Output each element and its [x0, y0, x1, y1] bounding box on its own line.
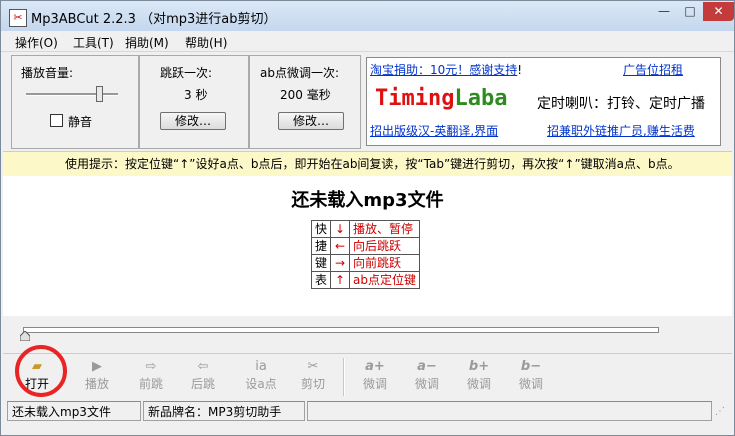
app-window: ✂ Mp3ABCut 2.2.3 （对mp3进行ab剪切） — □ ✕ 操作(O… — [0, 0, 735, 436]
skip-back-button[interactable]: ⇦ 后跳 — [181, 358, 225, 398]
shortcut-desc: ab点定位键 — [349, 271, 420, 289]
menu-tools[interactable]: 工具(T) — [73, 34, 114, 51]
volume-slider-thumb[interactable] — [96, 86, 103, 102]
brand-slogan[interactable]: 定时喇叭：打铃、定时广播 — [537, 93, 721, 113]
status-empty — [307, 401, 712, 421]
highlight-circle — [15, 345, 67, 397]
fine-tune-edit-button[interactable]: 修改… — [278, 112, 344, 130]
shortcut-title-char: 表 — [310, 271, 332, 289]
translation-link[interactable]: 招出版级汉-英翻译,界面 — [370, 122, 498, 139]
set-a-point-button[interactable]: ⅰa 设a点 — [239, 358, 283, 398]
skip-panel: 跳跃一次: 3 秒 修改… — [139, 55, 249, 149]
skip-value: 3 秒 — [184, 88, 208, 102]
a-plus-icon: a+ — [365, 359, 385, 374]
status-load: 还未载入mp3文件 — [7, 401, 141, 421]
play-icon: ▶ — [92, 359, 102, 374]
cut-label: 剪切 — [300, 377, 325, 391]
usage-tip-bar: 使用提示：按定位键“↑”设好a点、b点后，即开始在ab间复读，按“Tab”键进行… — [3, 151, 732, 177]
shortcut-key: → — [330, 254, 351, 272]
brand-logo[interactable]: TimingLaba — [375, 86, 507, 111]
position-slider-thumb[interactable] — [20, 331, 30, 341]
fine-tune-value: 200 毫秒 — [280, 88, 331, 102]
mute-label: 静音 — [68, 115, 93, 129]
skip-edit-button[interactable]: 修改… — [160, 112, 226, 130]
set-a-point-label: 设a点 — [245, 377, 277, 391]
shortcut-title-char: 键 — [310, 254, 332, 272]
scissors-app-icon: ✂ — [9, 9, 27, 27]
b-plus-icon: b+ — [468, 359, 490, 374]
a-plus-button[interactable]: a+ 微调 — [353, 358, 397, 398]
shortcut-key: ↑ — [330, 271, 351, 289]
skip-back-label: 后跳 — [190, 377, 215, 391]
skip-label: 跳跃一次: — [160, 66, 213, 80]
ad-recruit-link[interactable]: 广告位招租 — [623, 61, 683, 78]
donate-suffix: ! — [517, 63, 523, 77]
load-status-title: 还未载入mp3文件 — [291, 190, 444, 211]
status-bar: 还未载入mp3文件 新品牌名：MP3剪切助手 ⋰ — [3, 401, 732, 423]
skip-forward-button[interactable]: ⇨ 前跳 — [129, 358, 173, 398]
shortcut-table: 快 ↓ 播放、暂停 捷 ← 向后跳跃 键 → 向前跳跃 表 ↑ ab点定位键 — [310, 220, 420, 289]
status-brand: 新品牌名：MP3剪切助手 — [143, 401, 305, 421]
shortcut-desc: 播放、暂停 — [349, 220, 420, 238]
scissors-icon: ✂ — [307, 359, 319, 374]
a-plus-label: 微调 — [362, 377, 387, 391]
minimize-button[interactable]: — — [651, 2, 677, 21]
fine-tune-panel: ab点微调一次: 200 毫秒 修改… — [249, 55, 361, 149]
a-minus-button[interactable]: a− 微调 — [405, 358, 449, 398]
usage-tip-text: 使用提示：按定位键“↑”设好a点、b点后，即开始在ab间复读，按“Tab”键进行… — [65, 157, 680, 171]
fine-tune-label: ab点微调一次: — [260, 66, 340, 80]
main-display: 还未载入mp3文件 快 ↓ 播放、暂停 捷 ← 向后跳跃 键 → 向前跳跃 表 … — [3, 176, 732, 316]
volume-panel: 播放音量: 静音 — [11, 55, 139, 149]
b-plus-label: 微调 — [466, 377, 491, 391]
donate-line: 淘宝捐助：10元！感谢支持! — [370, 61, 522, 78]
cut-button[interactable]: ✂ 剪切 — [291, 358, 335, 398]
maximize-button[interactable]: □ — [677, 2, 703, 21]
play-button[interactable]: ▶ 播放 — [75, 358, 119, 398]
shortcut-title-char: 快 — [310, 220, 332, 238]
pin-a-icon: ⅰa — [255, 359, 267, 374]
play-label: 播放 — [84, 377, 109, 391]
close-button[interactable]: ✕ — [703, 2, 734, 21]
b-plus-button[interactable]: b+ 微调 — [457, 358, 501, 398]
mute-checkbox[interactable] — [50, 114, 63, 127]
menu-operate[interactable]: 操作(O) — [15, 34, 58, 51]
title-bar: ✂ Mp3ABCut 2.2.3 （对mp3进行ab剪切） — □ ✕ — [1, 1, 734, 31]
promoter-link[interactable]: 招兼职外链推广员,赚生活费 — [547, 122, 695, 139]
toolbar-divider — [343, 358, 345, 396]
arrow-right-icon: ⇨ — [145, 359, 157, 374]
b-minus-button[interactable]: b− 微调 — [509, 358, 553, 398]
shortcut-key: ← — [330, 237, 351, 255]
menu-donate[interactable]: 捐助(M) — [125, 34, 169, 51]
b-minus-icon: b− — [520, 359, 542, 374]
donate-link[interactable]: 淘宝捐助：10元！感谢支持 — [370, 63, 517, 77]
shortcut-desc: 向后跳跃 — [349, 237, 420, 255]
window-title: Mp3ABCut 2.2.3 （对mp3进行ab剪切） — [31, 12, 277, 27]
menu-help[interactable]: 帮助(H) — [185, 34, 227, 51]
position-slider-track[interactable] — [23, 327, 659, 333]
skip-forward-label: 前跳 — [138, 377, 163, 391]
volume-slider-track[interactable] — [26, 93, 118, 96]
resize-grip-icon[interactable]: ⋰ — [715, 405, 729, 419]
menu-bar: 操作(O) 工具(T) 捐助(M) 帮助(H) — [1, 31, 734, 52]
shortcut-title-char: 捷 — [310, 237, 332, 255]
ad-box: 淘宝捐助：10元！感谢支持! 广告位招租 TimingLaba 定时喇叭：打铃、… — [366, 57, 721, 146]
a-minus-icon: a− — [417, 359, 437, 374]
arrow-left-icon: ⇦ — [197, 359, 209, 374]
b-minus-label: 微调 — [518, 377, 543, 391]
toolbar: ▰ 打开 ▶ 播放 ⇨ 前跳 ⇦ 后跳 ⅰa 设a点 ✂ 剪切 a+ 微调 a− — [3, 353, 732, 400]
position-slider-area — [3, 317, 732, 353]
shortcut-key: ↓ — [330, 220, 351, 238]
a-minus-label: 微调 — [414, 377, 439, 391]
shortcut-desc: 向前跳跃 — [349, 254, 420, 272]
volume-label: 播放音量: — [21, 66, 74, 80]
